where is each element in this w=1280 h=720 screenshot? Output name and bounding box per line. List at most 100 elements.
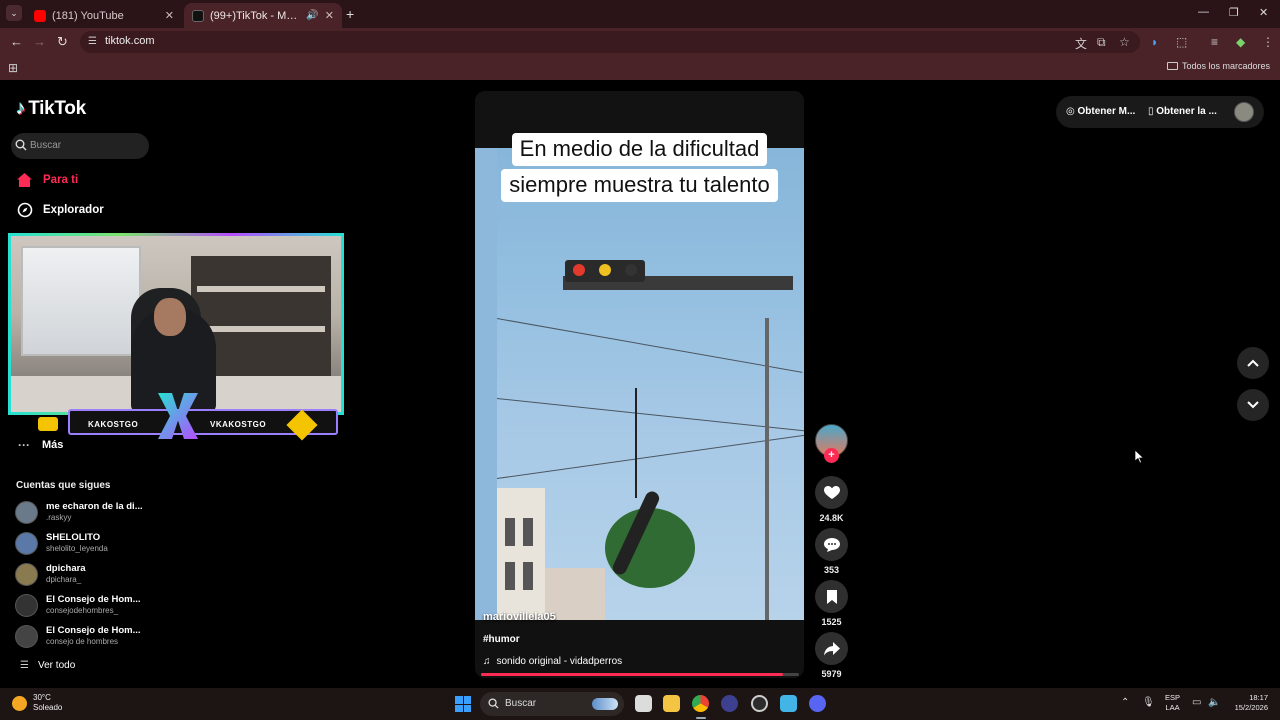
app-f-icon[interactable] bbox=[780, 695, 797, 712]
system-clock[interactable]: 18:17 15/2/2026 bbox=[1228, 693, 1268, 713]
media-extension-icon[interactable]: ◗ bbox=[1151, 35, 1158, 49]
sound-label: sonido original - vidadperros bbox=[496, 656, 623, 667]
install-app-icon[interactable]: ⧉ bbox=[1097, 35, 1106, 50]
video-hashtag[interactable]: #humor bbox=[483, 634, 520, 645]
tiktok-logo[interactable]: ♪ TikTok bbox=[16, 98, 86, 120]
site-info-icon[interactable]: ☰ bbox=[88, 36, 100, 48]
clock-date: 15/2/2026 bbox=[1234, 703, 1268, 712]
account-handle: .raskyy bbox=[46, 513, 72, 522]
media-controls-icon[interactable]: ≡ bbox=[1211, 35, 1218, 49]
new-tab-button[interactable]: + bbox=[346, 6, 354, 22]
address-bar[interactable]: ☰ tiktok.com bbox=[80, 31, 1140, 53]
file-explorer-icon[interactable] bbox=[663, 695, 680, 712]
sun-icon bbox=[12, 695, 27, 711]
nav-item-mas[interactable]: ··· Más bbox=[18, 438, 63, 452]
nav-label: Para ti bbox=[43, 174, 79, 186]
account-name: SHELOLITO bbox=[46, 532, 101, 543]
tab-search-button[interactable]: ⌄ bbox=[6, 5, 22, 21]
extensions-icon[interactable]: ⬚ bbox=[1176, 35, 1187, 49]
streamer-name-left: KAKOSTGO bbox=[88, 420, 139, 429]
avatar bbox=[15, 594, 38, 617]
close-window-icon[interactable]: ✕ bbox=[1259, 6, 1268, 19]
video-player[interactable] bbox=[475, 148, 804, 620]
input-language[interactable]: ESP LAA bbox=[1165, 693, 1180, 713]
reload-icon[interactable]: ↻ bbox=[57, 34, 68, 50]
translate-icon[interactable]: ⽂ bbox=[1075, 35, 1087, 52]
account-name: El Consejo de Hom... bbox=[46, 594, 141, 605]
list-icon: ☰ bbox=[20, 660, 29, 671]
menu-icon[interactable]: ⋮ bbox=[1262, 35, 1274, 49]
taskbar-search[interactable]: Buscar bbox=[480, 692, 624, 716]
like-count: 24.8K bbox=[819, 513, 844, 523]
speaker-icon[interactable]: 🔊 bbox=[306, 10, 318, 21]
search-placeholder: Buscar bbox=[30, 140, 62, 151]
share-button[interactable]: 5979 bbox=[815, 632, 848, 679]
avatar bbox=[15, 563, 38, 586]
get-app-button[interactable]: ▯ Obtener la ... bbox=[1148, 106, 1217, 117]
save-button[interactable]: 1525 bbox=[815, 580, 848, 627]
chrome-icon[interactable] bbox=[692, 695, 709, 712]
display-icon[interactable]: ▭ bbox=[1192, 697, 1201, 708]
top-right-toolbar: ◎ Obtener M... ▯ Obtener la ... bbox=[1056, 96, 1264, 128]
video-card: En medio de la dificultad siempre muestr… bbox=[475, 91, 804, 678]
active-app-indicator bbox=[696, 717, 706, 719]
restore-icon[interactable]: ❐ bbox=[1229, 6, 1239, 19]
previous-video-button[interactable] bbox=[1237, 347, 1269, 379]
share-icon bbox=[815, 632, 848, 665]
youtube-icon bbox=[38, 417, 58, 431]
get-coins-button[interactable]: ◎ Obtener M... bbox=[1066, 106, 1135, 117]
back-icon[interactable]: ← bbox=[10, 34, 23, 49]
account-name: El Consejo de Hom... bbox=[46, 625, 141, 636]
nav-item-explorador[interactable]: Explorador bbox=[16, 200, 104, 220]
start-button[interactable] bbox=[455, 696, 471, 712]
youtube-favicon-icon bbox=[34, 9, 46, 22]
search-input[interactable]: Buscar bbox=[11, 133, 149, 159]
video-sound[interactable]: ♫ sonido original - vidadperros bbox=[483, 656, 622, 667]
tab-youtube[interactable]: (181) YouTube ✕ bbox=[26, 3, 182, 28]
nav-item-para-ti[interactable]: Para ti bbox=[16, 170, 78, 190]
discord-icon[interactable] bbox=[809, 695, 826, 712]
video-author[interactable]: mariovillela05 bbox=[483, 611, 556, 623]
next-video-button[interactable] bbox=[1237, 389, 1269, 421]
following-item[interactable]: El Consejo de Hom... consejodehombres_ bbox=[15, 593, 155, 619]
following-item[interactable]: El Consejo de Hom... consejo de hombres bbox=[15, 624, 155, 650]
nav-label: Explorador bbox=[43, 204, 104, 216]
tab-tiktok[interactable]: (99+)TikTok - Make Your Day 🔊 ✕ bbox=[184, 3, 342, 28]
account-name: me echaron de la di... bbox=[46, 501, 143, 512]
following-item[interactable]: me echaron de la di... .raskyy bbox=[15, 500, 155, 526]
close-icon[interactable]: ✕ bbox=[325, 9, 334, 22]
following-item[interactable]: dpichara dpichara_ bbox=[15, 562, 155, 588]
minimize-icon[interactable]: — bbox=[1198, 6, 1209, 18]
follow-plus-button[interactable]: + bbox=[824, 448, 839, 463]
task-view-icon[interactable] bbox=[635, 695, 652, 712]
tab-label: (99+)TikTok - Make Your Day bbox=[210, 9, 303, 22]
caption-line-1: En medio de la dificultad bbox=[511, 133, 768, 166]
see-all-button[interactable]: ☰ Ver todo bbox=[20, 660, 75, 671]
weather-desc: Soleado bbox=[33, 703, 63, 712]
close-icon[interactable]: ✕ bbox=[165, 9, 174, 22]
like-button[interactable]: 24.8K bbox=[815, 476, 848, 523]
account-handle: dpichara_ bbox=[46, 575, 82, 584]
volume-icon[interactable]: 🔈 bbox=[1208, 697, 1220, 708]
heart-icon bbox=[815, 476, 848, 509]
forward-icon[interactable]: → bbox=[33, 34, 46, 49]
webcam-overlay: KAKOSTGO VKAKOSTGO bbox=[8, 233, 344, 443]
profile-icon[interactable]: ◆ bbox=[1236, 35, 1245, 49]
apps-grid-icon[interactable]: ⊞ bbox=[8, 61, 18, 75]
obs-icon[interactable] bbox=[721, 695, 738, 712]
windows-taskbar: 30°C Soleado Buscar ⌃ 🎙 ESP LAA ▭ 🔈 18:17 1… bbox=[0, 688, 1280, 720]
avatar bbox=[15, 501, 38, 524]
tab-label: (181) YouTube bbox=[52, 9, 124, 22]
bookmark-star-icon[interactable]: ☆ bbox=[1119, 35, 1130, 49]
user-avatar[interactable] bbox=[1234, 102, 1254, 122]
folder-icon bbox=[1166, 62, 1178, 70]
tray-expand-icon[interactable]: ⌃ bbox=[1121, 697, 1129, 708]
avatar bbox=[15, 625, 38, 648]
settings-app-icon[interactable] bbox=[751, 695, 768, 712]
weather-widget[interactable]: 30°C Soleado bbox=[12, 693, 62, 713]
all-bookmarks-button[interactable]: Todos los marcadores bbox=[1166, 61, 1270, 71]
comment-button[interactable]: 353 bbox=[815, 528, 848, 575]
video-progress-bar[interactable] bbox=[481, 673, 799, 676]
following-item[interactable]: SHELOLITO shelolito_leyenda bbox=[15, 531, 155, 557]
microphone-icon[interactable]: 🎙 bbox=[1142, 697, 1155, 708]
